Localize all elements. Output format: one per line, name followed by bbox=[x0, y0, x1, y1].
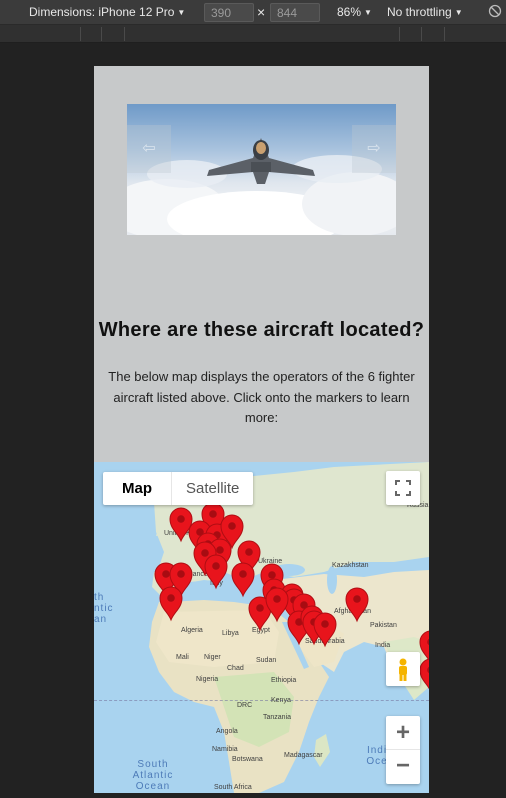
operator-markers bbox=[154, 502, 429, 692]
arrow-right-icon: ⇨ bbox=[367, 140, 381, 157]
map-type-map-button[interactable]: Map bbox=[103, 472, 172, 505]
map-type-satellite-button[interactable]: Satellite bbox=[172, 472, 253, 505]
operators-map[interactable]: United Kingdom N Ukraine Kazakhstan Fran… bbox=[94, 462, 429, 793]
zoom-control: + − bbox=[386, 716, 420, 784]
throttling-label: No throttling bbox=[387, 5, 452, 19]
map-type-control: Map Satellite bbox=[103, 472, 254, 505]
device-viewport: ⇦ ⇨ Where are these aircraft located? Th… bbox=[94, 66, 429, 793]
times-sign: × bbox=[257, 4, 266, 20]
fullscreen-button[interactable] bbox=[386, 471, 420, 505]
fullscreen-icon bbox=[395, 480, 411, 496]
slider-prev-button[interactable]: ⇦ bbox=[127, 125, 171, 173]
devtools-toolbar: Dimensions: iPhone 12 Pro ▼ 390 × 844 86%… bbox=[0, 0, 506, 25]
section-heading: Where are these aircraft located? bbox=[98, 319, 425, 341]
operator-marker[interactable] bbox=[169, 507, 193, 543]
zoom-dropdown[interactable]: 86% ▼ bbox=[337, 5, 372, 19]
chevron-down-icon: ▼ bbox=[364, 8, 372, 17]
arrow-left-icon: ⇦ bbox=[142, 140, 156, 157]
operator-marker[interactable] bbox=[419, 658, 429, 692]
pegman-icon bbox=[399, 658, 407, 681]
device-dimensions-dropdown[interactable]: Dimensions: iPhone 12 Pro ▼ bbox=[29, 5, 185, 19]
operator-marker[interactable] bbox=[345, 587, 369, 623]
media-query-ruler bbox=[0, 25, 506, 43]
aircraft-image-slider[interactable]: ⇦ ⇨ bbox=[127, 104, 396, 235]
throttling-dropdown[interactable]: No throttling ▼ bbox=[387, 5, 463, 19]
chevron-down-icon: ▼ bbox=[177, 8, 186, 17]
zoom-out-button[interactable]: − bbox=[386, 750, 420, 784]
rotate-icon[interactable] bbox=[488, 4, 502, 21]
operator-marker[interactable] bbox=[313, 612, 337, 648]
slider-next-button[interactable]: ⇨ bbox=[352, 125, 396, 173]
chevron-down-icon: ▼ bbox=[454, 8, 463, 17]
zoom-label: 86% bbox=[337, 5, 362, 19]
section-description: The below map displays the operators of … bbox=[108, 369, 415, 425]
operator-marker[interactable] bbox=[231, 562, 255, 598]
width-input[interactable]: 390 bbox=[204, 3, 254, 22]
operator-marker[interactable] bbox=[159, 586, 183, 622]
height-input[interactable]: 844 bbox=[270, 3, 320, 22]
pegman-streetview-button[interactable] bbox=[386, 652, 420, 686]
operator-marker[interactable] bbox=[204, 554, 228, 590]
zoom-in-button[interactable]: + bbox=[386, 716, 420, 750]
dimensions-label: Dimensions: iPhone 12 Pro bbox=[29, 5, 175, 19]
